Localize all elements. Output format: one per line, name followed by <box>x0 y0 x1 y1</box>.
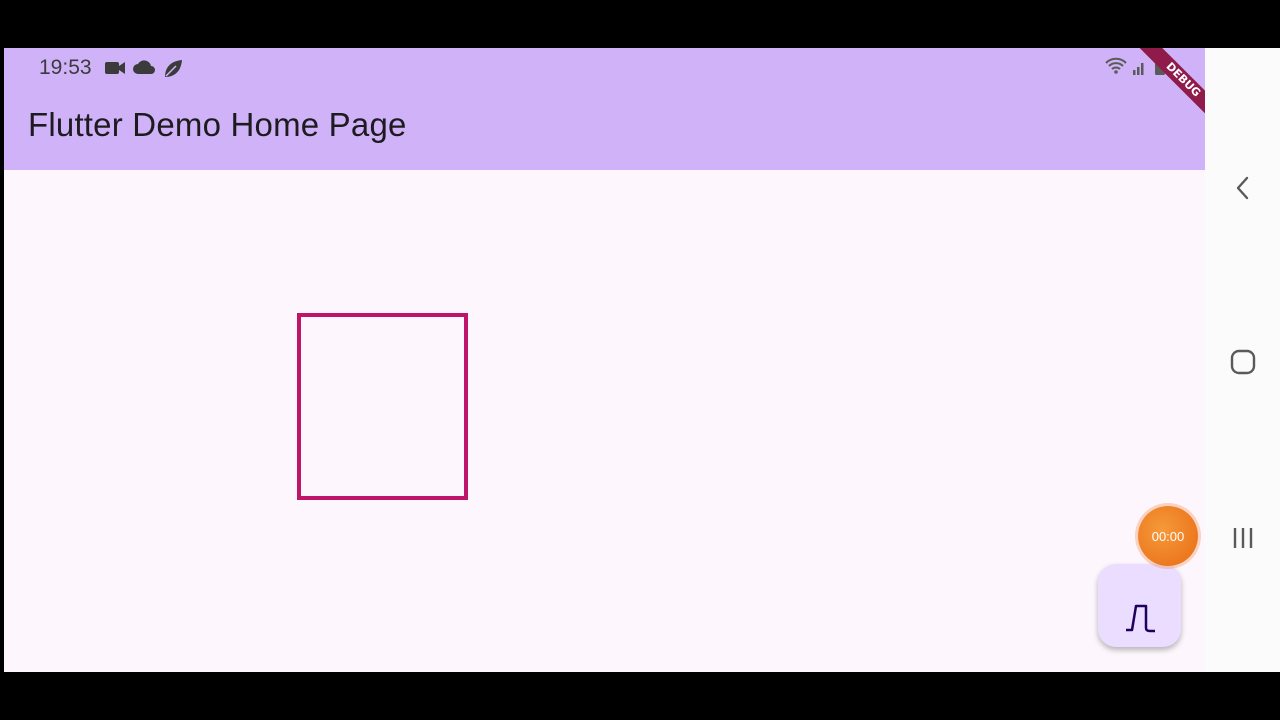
app-title: Flutter Demo Home Page <box>28 106 407 143</box>
back-icon <box>1236 176 1248 200</box>
home-button[interactable] <box>1205 332 1280 392</box>
drawn-square-outline <box>297 313 468 500</box>
debug-banner: DEBUG <box>1115 48 1205 138</box>
back-button[interactable] <box>1205 158 1280 218</box>
debug-banner-label: DEBUG <box>1134 48 1205 129</box>
app-bar: 19:53 Flutter Demo Home Page DEBUG <box>4 48 1205 170</box>
floating-action-button[interactable] <box>1098 564 1181 647</box>
home-icon <box>1230 349 1255 375</box>
screen-recorder-timer[interactable]: 00:00 <box>1138 506 1198 566</box>
leaf-icon <box>165 60 182 77</box>
video-camera-icon <box>105 62 125 74</box>
recent-apps-icon <box>1233 528 1252 548</box>
status-time: 19:53 <box>39 56 92 79</box>
cloud-icon <box>133 60 155 74</box>
custom-shape-icon <box>1125 604 1155 632</box>
app-screen: 19:53 Flutter Demo Home Page DEBUG <box>4 48 1205 672</box>
system-navigation-bar <box>1205 48 1280 672</box>
recent-apps-button[interactable] <box>1205 508 1280 568</box>
